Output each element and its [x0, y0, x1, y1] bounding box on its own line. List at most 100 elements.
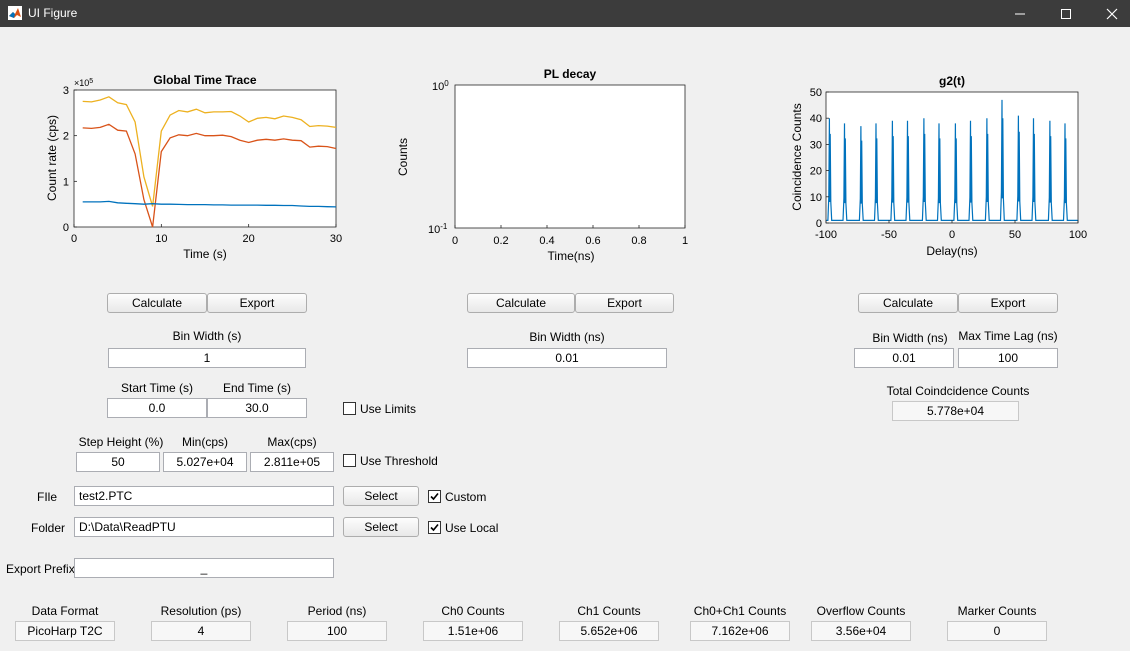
pl-ytick-bottom: 10-1 [428, 222, 448, 236]
window-title: UI Figure [28, 6, 78, 20]
minimize-button[interactable] [997, 0, 1043, 27]
use-local-checkbox[interactable] [428, 521, 441, 534]
total-coincidence-label: Total Coindcidence Counts [886, 384, 1030, 398]
use-local-label: Use Local [445, 521, 499, 535]
maximize-button[interactable] [1043, 0, 1089, 27]
pl-bin-width-input[interactable]: 0.01 [467, 348, 667, 368]
close-icon [1106, 8, 1118, 19]
use-threshold-checkbox[interactable] [343, 454, 356, 467]
end-time-input[interactable]: 30.0 [207, 398, 307, 418]
min-cps-label: Min(cps) [181, 435, 228, 449]
stat-label: Marker Counts [957, 604, 1037, 618]
g2-ytick-label: 10 [810, 192, 822, 204]
g2-xtick-label: 0 [949, 229, 955, 241]
pl-xtick-label: 0.8 [631, 235, 646, 247]
pl-bin-width-label: Bin Width (ns) [529, 330, 605, 344]
g2-ytick-label: 20 [810, 166, 822, 178]
max-time-lag-input[interactable]: 100 [958, 348, 1058, 368]
pl-title: PL decay [544, 67, 597, 81]
g2-ylabel: Coincidence Counts [790, 103, 804, 210]
folder-input[interactable]: D:\Data\ReadPTU [74, 517, 334, 537]
file-input[interactable]: test2.PTC [74, 486, 334, 506]
g2-plot[interactable]: g2(t) -100 -50 0 50 100 0 10 20 30 40 50 Delay(ns)… [780, 60, 1130, 270]
g2-calculate-button[interactable]: Calculate [858, 293, 958, 313]
folder-label: Folder [31, 521, 66, 535]
pl-xlabel: Time(ns) [548, 249, 595, 263]
max-cps-label: Max(cps) [267, 435, 317, 449]
file-label: FIle [37, 490, 58, 504]
stat-value: 100 [287, 621, 387, 641]
title-bar: UI Figure [0, 0, 1130, 27]
pl-decay-plot[interactable]: PL decay 0 0.2 0.4 0.6 0.8 1 100 10-1 Time(ns… [380, 60, 710, 270]
trace-ylabel: Count rate (cps) [45, 115, 59, 201]
trace-xlabel: Time (s) [183, 247, 227, 261]
stat-label: Data Format [31, 604, 99, 618]
stat-label: Ch0 Counts [441, 604, 505, 618]
pl-ylabel: Counts [396, 138, 410, 176]
folder-select-button[interactable]: Select [343, 517, 419, 537]
stat-label: Ch1 Counts [577, 604, 641, 618]
g2-xtick-label: -50 [881, 229, 897, 241]
g2-axes-box [825, 91, 1079, 224]
trace-xtick-label: 10 [155, 233, 167, 245]
max-time-lag-label: Max Time Lag (ns) [958, 329, 1058, 343]
trace-ytick-label: 2 [63, 131, 69, 143]
trace-axes-box [73, 89, 337, 228]
pl-calculate-button[interactable]: Calculate [467, 293, 575, 313]
use-threshold-label: Use Threshold [360, 454, 438, 468]
file-select-button[interactable]: Select [343, 486, 419, 506]
trace-exponent: ×105 [74, 78, 93, 88]
custom-label: Custom [445, 490, 487, 504]
step-height-input[interactable]: 50 [76, 452, 160, 472]
global-time-trace-plot[interactable]: Global Time Trace ×105 0 10 20 30 0 1 2 3 Time … [0, 60, 370, 270]
export-prefix-label: Export Prefix [6, 562, 75, 576]
trace-xtick-label: 20 [243, 233, 255, 245]
trace-ytick-label: 3 [63, 85, 69, 97]
pl-xtick-label: 0.6 [585, 235, 600, 247]
export-prefix-input[interactable]: _ [74, 558, 334, 578]
pl-xtick-label: 0.2 [493, 235, 508, 247]
close-button[interactable] [1089, 0, 1130, 27]
pl-axes-box [454, 84, 686, 229]
stat-label: Resolution (ps) [160, 604, 242, 618]
g2-xtick-label: 50 [1009, 229, 1021, 241]
pl-xtick-label: 1 [682, 235, 688, 247]
trace-bin-width-label: Bin Width (s) [172, 329, 242, 343]
trace-title: Global Time Trace [153, 73, 256, 87]
g2-xtick-label: -100 [815, 229, 837, 241]
trace-export-button[interactable]: Export [207, 293, 307, 313]
trace-ytick-label: 1 [63, 176, 69, 188]
trace-ytick-label: 0 [63, 222, 69, 234]
g2-ytick-label: 0 [816, 218, 822, 230]
trace-xtick-label: 0 [71, 233, 77, 245]
g2-ytick-label: 30 [810, 139, 822, 151]
stat-label: Ch0+Ch1 Counts [693, 604, 787, 618]
total-coincidence-value: 5.778e+04 [892, 401, 1019, 421]
stat-value: 0 [947, 621, 1047, 641]
start-time-input[interactable]: 0.0 [107, 398, 207, 418]
min-cps-input[interactable]: 5.027e+04 [163, 452, 247, 472]
g2-xtick-label: 100 [1069, 229, 1087, 241]
stat-value: 7.162e+06 [690, 621, 790, 641]
trace-bin-width-input[interactable]: 1 [108, 348, 306, 368]
matlab-logo-icon [8, 6, 22, 20]
pl-export-button[interactable]: Export [575, 293, 674, 313]
use-limits-checkbox[interactable] [343, 402, 356, 415]
g2-title: g2(t) [939, 74, 965, 88]
use-limits-label: Use Limits [360, 402, 417, 416]
custom-checkbox[interactable] [428, 490, 441, 503]
stat-value: 4 [151, 621, 251, 641]
g2-bin-width-input[interactable]: 0.01 [854, 348, 954, 368]
end-time-label: End Time (s) [222, 381, 291, 395]
checkmark-icon [430, 523, 439, 532]
pl-xtick-label: 0 [452, 235, 458, 247]
max-cps-input[interactable]: 2.811e+05 [250, 452, 334, 472]
stat-label: Overflow Counts [816, 604, 906, 618]
trace-calculate-button[interactable]: Calculate [107, 293, 207, 313]
stat-label: Period (ns) [307, 604, 367, 618]
stat-value: 3.56e+04 [811, 621, 911, 641]
g2-bin-width-label: Bin Width (ns) [872, 331, 948, 345]
stat-value: PicoHarp T2C [15, 621, 115, 641]
g2-export-button[interactable]: Export [958, 293, 1058, 313]
minimize-icon [1015, 13, 1025, 14]
